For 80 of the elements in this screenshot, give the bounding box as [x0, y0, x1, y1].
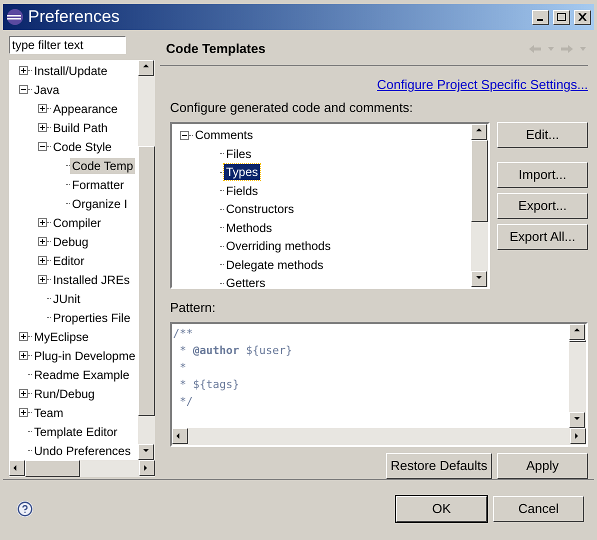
scroll-thumb[interactable]: [471, 140, 488, 222]
expand-icon[interactable]: [38, 237, 47, 246]
project-settings-link[interactable]: Configure Project Specific Settings...: [377, 75, 588, 94]
tree-item[interactable]: Comments: [193, 127, 256, 144]
collapse-icon[interactable]: [19, 85, 28, 94]
tree-item[interactable]: Formatter: [70, 176, 126, 192]
collapse-icon[interactable]: [38, 142, 47, 151]
code-line: *@author ${user}: [178, 342, 294, 358]
scroll-thumb[interactable]: [25, 460, 80, 477]
horizontal-scrollbar[interactable]: [9, 460, 155, 477]
tree-item[interactable]: Getters: [224, 275, 268, 287]
sphere-icon: [6, 8, 24, 26]
expand-icon[interactable]: [38, 104, 47, 113]
expand-icon[interactable]: [19, 389, 28, 398]
tree-item[interactable]: Organize I: [70, 196, 130, 212]
maximize-button[interactable]: [553, 10, 570, 24]
tree-item[interactable]: Team: [32, 404, 66, 420]
tree-item[interactable]: Install/Update: [32, 62, 110, 78]
expand-icon[interactable]: [19, 332, 28, 341]
tree-item[interactable]: Properties File: [51, 310, 132, 326]
expand-icon[interactable]: [38, 275, 47, 284]
horizontal-scrollbar[interactable]: [172, 428, 586, 445]
tree-item[interactable]: Fields: [224, 182, 260, 199]
tree-item[interactable]: Run/Debug: [32, 386, 97, 402]
side-button[interactable]: Edit...: [497, 122, 588, 148]
expand-icon[interactable]: [38, 123, 47, 132]
tree-item[interactable]: Java: [32, 82, 62, 98]
expand-icon[interactable]: [38, 256, 47, 265]
tree-item[interactable]: Types: [224, 164, 260, 180]
pattern-editor[interactable]: /** *@author ${user} * * ${tags} */: [170, 322, 588, 447]
tree-item[interactable]: Template Editor: [32, 424, 120, 440]
side-button[interactable]: Export...: [497, 193, 588, 219]
close-icon: [578, 13, 587, 21]
code-line: /**: [173, 326, 194, 342]
maximize-icon: [557, 13, 566, 21]
tree-item[interactable]: Editor: [51, 252, 86, 268]
vertical-scrollbar[interactable]: [471, 124, 488, 287]
tree-item[interactable]: Readme Example: [32, 366, 132, 382]
tree-item[interactable]: JUnit: [51, 290, 82, 306]
page-title: Code Templates: [166, 40, 266, 58]
expand-icon[interactable]: [19, 408, 28, 417]
minimize-button[interactable]: [532, 10, 549, 24]
dialog-button[interactable]: OK: [396, 496, 487, 522]
tree-item[interactable]: Build Path: [51, 120, 110, 136]
scroll-thumb[interactable]: [138, 146, 155, 416]
tree-item[interactable]: MyEclipse: [32, 328, 91, 344]
tree-label: Configure generated code and comments:: [169, 98, 414, 117]
tree-item[interactable]: Constructors: [224, 201, 296, 218]
expand-icon[interactable]: [19, 66, 28, 75]
expand-icon[interactable]: [38, 218, 47, 227]
tree-item[interactable]: Delegate methods: [224, 256, 326, 273]
tree-item[interactable]: Code Style: [51, 138, 114, 154]
scroll-thumb[interactable]: [569, 340, 586, 342]
code-line: * ${tags}: [178, 376, 240, 392]
pattern-label: Pattern:: [169, 299, 217, 317]
tree-item[interactable]: Installed JREs: [51, 272, 132, 288]
dialog-button[interactable]: Cancel: [493, 496, 584, 522]
close-button[interactable]: [574, 10, 591, 24]
help-icon[interactable]: [17, 500, 33, 516]
page-button[interactable]: Apply: [497, 453, 588, 479]
tree-item[interactable]: Code Temp: [70, 158, 136, 174]
vertical-scrollbar[interactable]: [569, 324, 586, 428]
window-title: Preferences: [28, 6, 121, 28]
vertical-scrollbar[interactable]: [138, 60, 155, 460]
side-button[interactable]: Export All...: [497, 224, 588, 250]
filter-field[interactable]: type filter text: [9, 36, 126, 54]
tree-item[interactable]: Appearance: [51, 100, 120, 116]
tree-item[interactable]: Debug: [51, 234, 90, 250]
expand-icon[interactable]: [19, 351, 28, 360]
collapse-icon[interactable]: [180, 130, 189, 140]
tree-item[interactable]: Files: [224, 146, 254, 162]
tree-item[interactable]: Methods: [224, 220, 274, 236]
tree-item[interactable]: Plug-in Developme: [32, 348, 138, 364]
page-button[interactable]: Restore Defaults: [386, 453, 492, 479]
tree-item[interactable]: Undo Preferences: [32, 442, 133, 458]
tree-item[interactable]: Overriding methods: [224, 238, 333, 254]
code-line: *: [178, 360, 188, 376]
code-line: */: [178, 394, 194, 410]
side-button[interactable]: Import...: [497, 162, 588, 188]
tree-item[interactable]: Compiler: [51, 214, 104, 230]
